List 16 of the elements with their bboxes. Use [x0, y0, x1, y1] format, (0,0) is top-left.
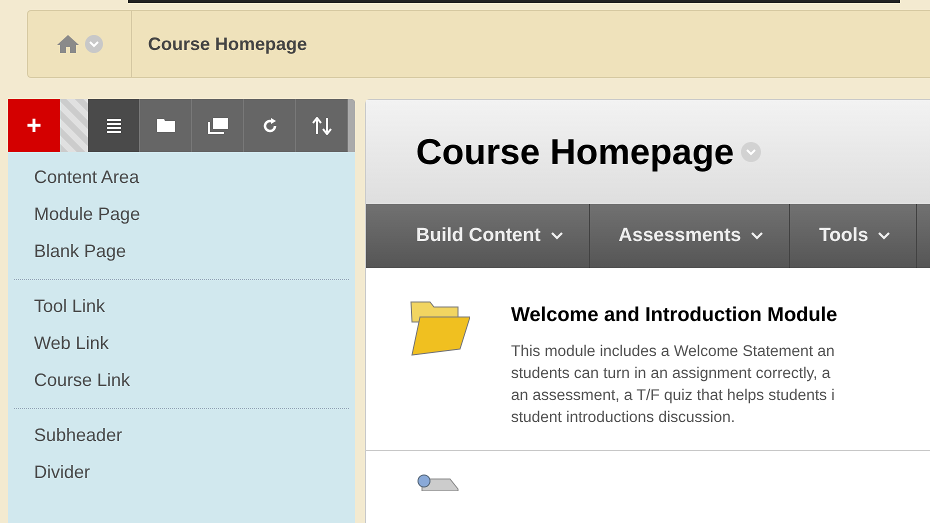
menu-item[interactable]: Module Page: [8, 194, 355, 234]
nav-menu-button[interactable]: Tools: [790, 204, 918, 268]
page-title: Course Homepage: [416, 131, 734, 173]
nav-menu-button[interactable]: Build Content: [366, 204, 590, 268]
menu-item[interactable]: Blank Page: [8, 231, 355, 271]
add-button[interactable]: +: [8, 99, 60, 152]
item-description: This module includes a Welcome Statement an students can turn in an assignment correctly, a an assessment, a T/F quiz that helps students i student introductions discussion.: [511, 342, 835, 428]
menu-item[interactable]: Tool Link: [8, 286, 355, 326]
menu-item[interactable]: Course Link: [8, 360, 355, 400]
menu-item[interactable]: Divider: [8, 452, 355, 492]
menu-item[interactable]: Web Link: [8, 323, 355, 363]
breadcrumb-current: Course Homepage: [148, 34, 308, 54]
item-title[interactable]: Welcome and Introduction Module: [511, 304, 838, 327]
menu-item[interactable]: Subheader: [8, 415, 355, 455]
nav-menu-button[interactable]: Assessments: [590, 204, 790, 268]
menu-item[interactable]: Content Area: [8, 157, 355, 197]
